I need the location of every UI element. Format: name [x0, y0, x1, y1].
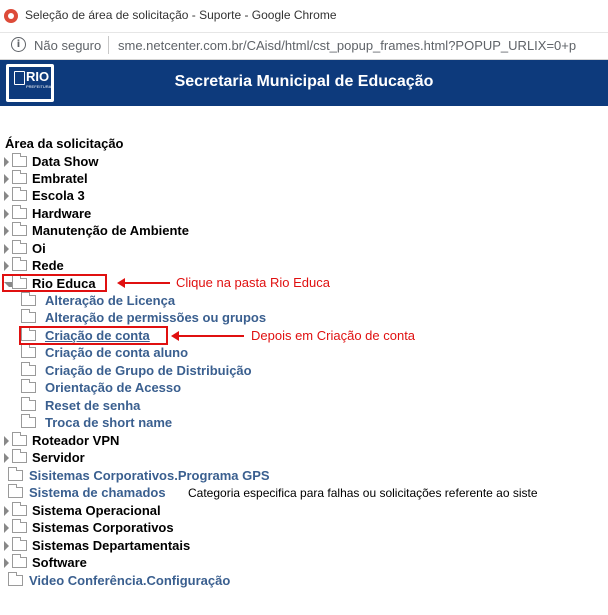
highlight-rio-educa [2, 274, 107, 292]
tree-item-label[interactable]: Criação de conta aluno [45, 345, 188, 360]
address-bar[interactable]: i Não seguro sme.netcenter.com.br/CAisd/… [0, 33, 608, 60]
tree-item-label[interactable]: Software [32, 555, 87, 570]
folder-icon [12, 519, 27, 533]
folder-icon [12, 222, 27, 236]
folder-icon [21, 379, 36, 393]
expand-icon[interactable] [4, 157, 9, 167]
note-criacao-conta: Depois em Criação de conta [251, 328, 416, 343]
tree-item-label[interactable]: Servidor [32, 450, 85, 465]
arrow-criacao-conta [171, 331, 244, 341]
folder-icon [12, 537, 27, 551]
tree-item-label[interactable]: Data Show [32, 154, 98, 169]
expand-icon[interactable] [4, 453, 9, 463]
tree-item-label[interactable]: Sistemas Departamentais [32, 538, 190, 553]
folder-icon [12, 187, 27, 201]
folder-icon [12, 170, 27, 184]
folder-icon [21, 414, 36, 428]
folder-icon [8, 572, 23, 586]
folder-icon [8, 467, 23, 481]
folder-icon [21, 362, 36, 376]
window-titlebar: Seleção de área de solicitação - Suporte… [0, 0, 608, 33]
tree-item-label[interactable]: Criação de Grupo de Distribuição [45, 363, 252, 378]
tree-item-label[interactable]: Sistema Operacional [32, 503, 161, 518]
folder-icon [12, 240, 27, 254]
address-separator [108, 36, 109, 54]
expand-icon[interactable] [4, 261, 9, 271]
tree-item-label[interactable]: Alteração de permissões ou grupos [45, 310, 266, 325]
expand-icon[interactable] [4, 523, 9, 533]
page-title: Secretaria Municipal de Educação [174, 73, 434, 90]
window-title: Seleção de área de solicitação - Suporte… [25, 8, 337, 22]
info-icon[interactable]: i [11, 37, 26, 52]
expand-icon[interactable] [4, 209, 9, 219]
folder-icon [12, 205, 27, 219]
tree-item-label[interactable]: Video Conferência.Configuração [29, 573, 230, 588]
folder-icon [8, 484, 23, 498]
folder-icon [21, 292, 36, 306]
tree-item-label[interactable]: Escola 3 [32, 188, 85, 203]
arrow-rio-educa [117, 278, 170, 288]
tree-item-label[interactable]: Troca de short name [45, 415, 172, 430]
expand-icon[interactable] [4, 436, 9, 446]
tree-item-description: Categoria especifica para falhas ou soli… [188, 486, 538, 500]
tree-item-label[interactable]: Manutenção de Ambiente [32, 223, 189, 238]
folder-icon [12, 502, 27, 516]
expand-icon[interactable] [4, 226, 9, 236]
expand-icon[interactable] [4, 191, 9, 201]
expand-icon[interactable] [4, 244, 9, 254]
tree-item-label[interactable]: Roteador VPN [32, 433, 119, 448]
tree-item-label[interactable]: Embratel [32, 171, 88, 186]
folder-icon [12, 554, 27, 568]
chrome-icon [4, 9, 18, 23]
tree-item-label[interactable]: Alteração de Licença [45, 293, 175, 308]
url-text[interactable]: sme.netcenter.com.br/CAisd/html/cst_popu… [118, 38, 576, 53]
expand-icon[interactable] [4, 174, 9, 184]
highlight-criacao-conta [19, 326, 168, 345]
tree-item-label[interactable]: Rede [32, 258, 64, 273]
tree-item-label[interactable]: Oi [32, 241, 46, 256]
folder-icon [12, 449, 27, 463]
expand-icon[interactable] [4, 541, 9, 551]
tree-item-label[interactable]: Orientação de Acesso [45, 380, 181, 395]
tree-item-label[interactable]: Reset de senha [45, 398, 140, 413]
folder-icon [21, 397, 36, 411]
note-rio-educa: Clique na pasta Rio Educa [176, 275, 330, 290]
tree-heading: Área da solicitação [5, 136, 124, 151]
tree-item-label[interactable]: Sistemas Corporativos [32, 520, 174, 535]
folder-icon [12, 432, 27, 446]
tree-item-label[interactable]: Sisitemas Corporativos.Programa GPS [29, 468, 270, 483]
folder-icon [12, 153, 27, 167]
security-indicator[interactable]: Não seguro [34, 38, 101, 53]
page-header: RIO PREFEITURA Secretaria Municipal de E… [0, 60, 608, 106]
tree-item-label[interactable]: Sistema de chamados [29, 485, 166, 500]
expand-icon[interactable] [4, 558, 9, 568]
tree-item-label[interactable]: Hardware [32, 206, 91, 221]
expand-icon[interactable] [4, 506, 9, 516]
folder-icon [21, 309, 36, 323]
folder-icon [21, 344, 36, 358]
folder-icon [12, 257, 27, 271]
